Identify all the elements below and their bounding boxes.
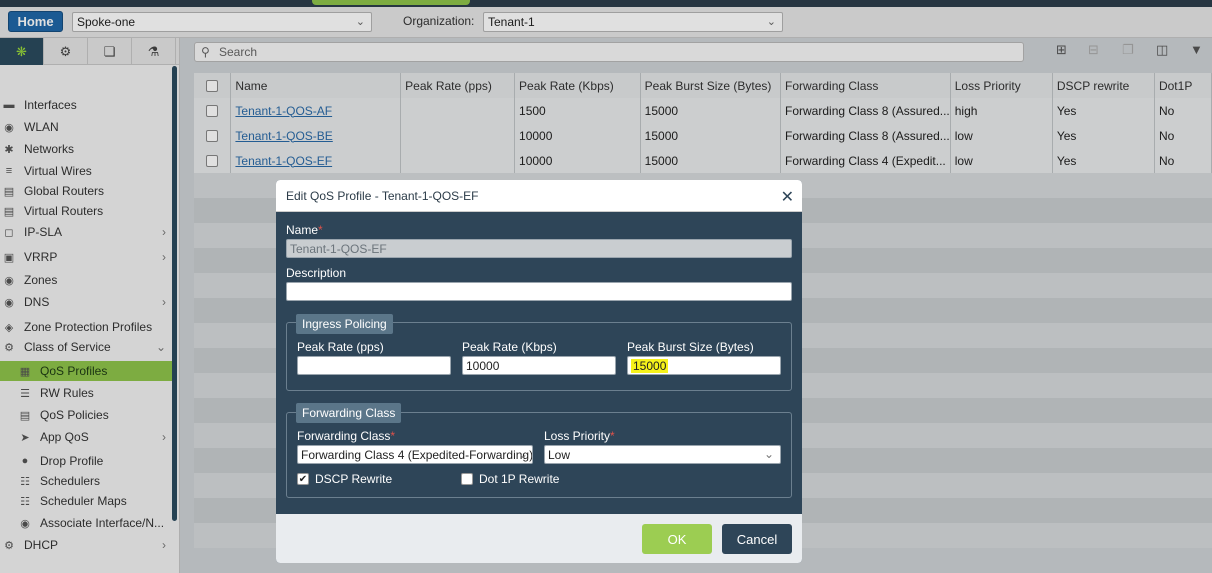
peak-rate-kbps-field[interactable]: 10000 <box>462 356 616 375</box>
peak-rate-pps-field[interactable] <box>297 356 451 375</box>
description-label: Description <box>286 266 347 280</box>
name-label-text: Name <box>286 223 319 237</box>
dscp-rewrite-label: DSCP Rewrite <box>315 472 393 486</box>
dialog-title: Edit QoS Profile - Tenant-1-QOS-EF <box>286 188 479 203</box>
dialog-header: Edit QoS Profile - Tenant-1-QOS-EF ✕ <box>276 180 802 212</box>
edit-qos-dialog: Edit QoS Profile - Tenant-1-QOS-EF ✕ Nam… <box>276 180 802 563</box>
close-icon[interactable]: ✕ <box>781 187 794 207</box>
peak-rate-kbps-label: Peak Rate (Kbps) <box>462 340 557 354</box>
dscp-rewrite-checkbox[interactable]: ✔ DSCP Rewrite <box>297 472 392 486</box>
checkbox-unchecked-icon <box>461 473 473 485</box>
checkbox-checked-icon: ✔ <box>297 473 309 485</box>
loss-priority-value: Low <box>548 447 571 462</box>
peak-burst-size-field[interactable]: 15000 <box>627 356 781 375</box>
forwarding-class-label: Forwarding Class* <box>297 429 396 443</box>
dot1p-rewrite-checkbox[interactable]: Dot 1P Rewrite <box>461 472 559 486</box>
name-label: Name* <box>286 223 323 237</box>
loss-priority-select[interactable]: Low ⌄ <box>544 445 781 464</box>
forwarding-class-legend: Forwarding Class <box>296 403 402 423</box>
loss-priority-label-text: Loss Priority <box>544 429 611 443</box>
name-field[interactable]: Tenant-1-QOS-EF <box>286 239 792 258</box>
forwarding-class-value: Forwarding Class 4 (Expedited-Forwarding… <box>301 447 533 462</box>
loss-priority-label: Loss Priority* <box>544 429 615 443</box>
peak-burst-size-label: Peak Burst Size (Bytes) <box>627 340 754 354</box>
dot1p-rewrite-label: Dot 1P Rewrite <box>479 472 560 486</box>
peak-rate-pps-label: Peak Rate (pps) <box>297 340 384 354</box>
description-field[interactable] <box>286 282 792 301</box>
peak-burst-size-value: 15000 <box>631 358 669 373</box>
cancel-button[interactable]: Cancel <box>722 524 792 554</box>
ingress-policing-legend: Ingress Policing <box>296 314 393 334</box>
forwarding-class-label-text: Forwarding Class <box>297 429 391 443</box>
ok-button[interactable]: OK <box>642 524 712 554</box>
forwarding-class-select[interactable]: Forwarding Class 4 (Expedited-Forwarding… <box>297 445 533 464</box>
chevron-down-icon: ⌄ <box>763 447 774 461</box>
chevron-down-icon: ⌄ <box>517 447 528 461</box>
dialog-footer: OK Cancel <box>276 514 802 563</box>
